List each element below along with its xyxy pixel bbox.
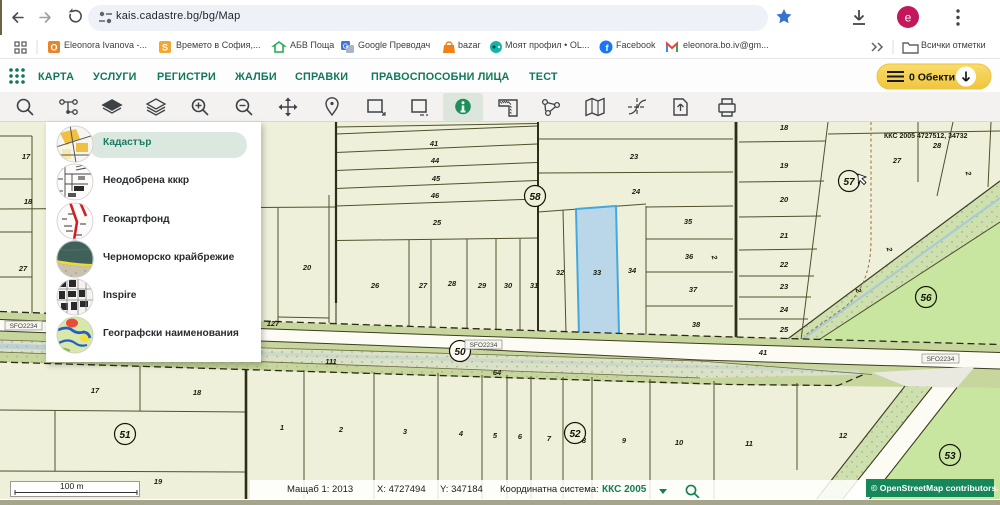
svg-text:SFO2234: SFO2234 xyxy=(470,342,498,349)
svg-text:e: e xyxy=(905,11,912,25)
svg-text:24: 24 xyxy=(631,187,641,196)
svg-text:26: 26 xyxy=(370,281,380,290)
svg-text:2: 2 xyxy=(338,425,344,434)
svg-text:20: 20 xyxy=(779,195,789,204)
svg-text:33: 33 xyxy=(593,268,602,277)
svg-text:23: 23 xyxy=(629,152,639,161)
svg-text:11: 11 xyxy=(745,439,753,448)
svg-text:57: 57 xyxy=(843,177,855,188)
svg-text:35: 35 xyxy=(684,217,693,226)
svg-text:51: 51 xyxy=(119,430,131,441)
svg-text:127: 127 xyxy=(267,319,280,328)
svg-text:50: 50 xyxy=(454,347,466,358)
svg-text:19: 19 xyxy=(780,161,789,170)
svg-text:21: 21 xyxy=(779,231,788,240)
svg-text:18: 18 xyxy=(24,197,33,206)
svg-text:S: S xyxy=(162,43,168,53)
svg-text:64: 64 xyxy=(493,368,502,377)
svg-text:38: 38 xyxy=(692,320,701,329)
svg-text:37: 37 xyxy=(689,285,698,294)
svg-text:58: 58 xyxy=(529,192,541,203)
svg-text:27: 27 xyxy=(18,264,28,273)
svg-text:25: 25 xyxy=(779,325,789,334)
svg-text:44: 44 xyxy=(430,156,440,165)
svg-text:45: 45 xyxy=(431,174,441,183)
svg-text:18: 18 xyxy=(193,388,202,397)
svg-text:19: 19 xyxy=(154,477,163,486)
svg-text:27: 27 xyxy=(418,281,428,290)
svg-text:52: 52 xyxy=(569,429,581,440)
svg-text:1: 1 xyxy=(280,423,284,432)
svg-text:56: 56 xyxy=(920,293,932,304)
svg-text:4: 4 xyxy=(458,429,464,438)
svg-text:0 Обекти: 0 Обекти xyxy=(909,72,955,84)
svg-text:SFO2234: SFO2234 xyxy=(927,356,955,363)
svg-text:17: 17 xyxy=(91,386,100,395)
svg-text:34: 34 xyxy=(628,266,637,275)
svg-text:53: 53 xyxy=(944,451,956,462)
svg-text:25: 25 xyxy=(432,218,442,227)
svg-text:23: 23 xyxy=(779,282,789,291)
svg-text:O: O xyxy=(50,43,57,53)
svg-text:22: 22 xyxy=(779,260,789,269)
svg-text:18: 18 xyxy=(780,123,789,132)
svg-text:17: 17 xyxy=(22,152,31,161)
svg-text:12: 12 xyxy=(839,431,848,440)
svg-text:24: 24 xyxy=(779,305,789,314)
svg-text:32: 32 xyxy=(556,268,565,277)
svg-text:G: G xyxy=(343,44,348,51)
svg-text:36: 36 xyxy=(685,252,694,261)
svg-text:28: 28 xyxy=(932,141,942,150)
svg-text:41: 41 xyxy=(758,348,767,357)
svg-text:ККС 2005 4727512, 34732: ККС 2005 4727512, 34732 xyxy=(884,133,968,140)
svg-text:20: 20 xyxy=(302,263,312,272)
svg-text:31: 31 xyxy=(530,281,538,290)
svg-text:30: 30 xyxy=(504,281,513,290)
svg-text:29: 29 xyxy=(477,281,487,290)
svg-text:46: 46 xyxy=(430,191,440,200)
svg-text:10: 10 xyxy=(675,438,684,447)
svg-text:111: 111 xyxy=(325,357,336,366)
svg-text:41: 41 xyxy=(429,139,438,148)
svg-text:28: 28 xyxy=(447,279,457,288)
svg-text:SFO2234: SFO2234 xyxy=(10,323,38,330)
svg-text:27: 27 xyxy=(892,156,902,165)
